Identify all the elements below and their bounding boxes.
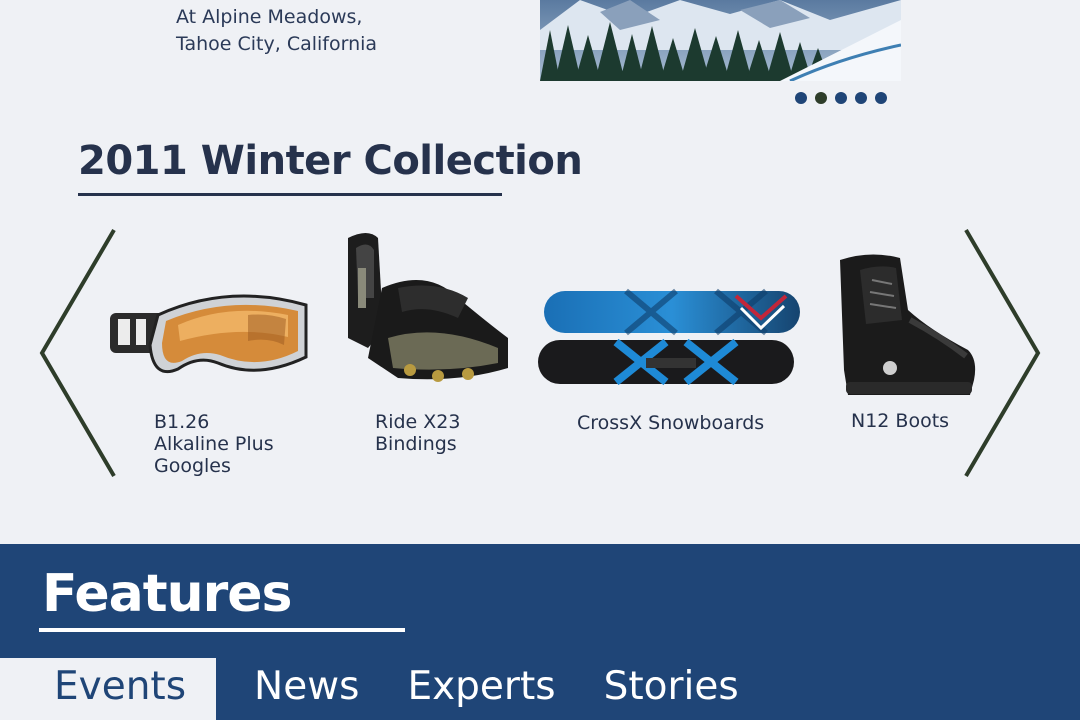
tab-stories[interactable]: Stories	[580, 658, 763, 720]
product-goggles-line-1: B1.26	[154, 411, 210, 433]
carousel-dot-1[interactable]	[795, 92, 807, 104]
product-bindings-line-2: Bindings	[375, 433, 457, 455]
features-title-underline	[39, 628, 405, 632]
product-goggles-line-2: Alkaline Plus	[154, 433, 274, 455]
product-name-boots: N12 Boots	[851, 410, 949, 432]
collection-title: 2011 Winter Collection	[78, 138, 583, 184]
product-snowboards-line-1: CrossX Snowboards	[577, 412, 765, 434]
product-boots-line-1: N12 Boots	[851, 410, 950, 432]
product-name-snowboards: CrossX Snowboards	[577, 412, 764, 434]
features-section: Features Events News Experts Stories	[0, 544, 1080, 720]
product-goggles[interactable]: B1.26 Alkaline Plus Googles	[108, 285, 318, 480]
goggles-image	[108, 285, 308, 389]
tab-events[interactable]: Events	[0, 658, 217, 720]
carousel-dot-4[interactable]	[855, 92, 867, 104]
features-title: Features	[42, 564, 293, 624]
features-tabs: Events News Experts Stories	[0, 658, 763, 720]
tab-news[interactable]: News	[230, 658, 383, 720]
product-name-bindings: Ride X23 Bindings	[375, 411, 460, 455]
product-name-goggles: B1.26 Alkaline Plus Googles	[154, 411, 274, 477]
collection-title-underline	[78, 193, 502, 196]
boots-image	[820, 250, 980, 404]
chevron-left-icon[interactable]	[36, 228, 116, 478]
location-line-1: At Alpine Meadows,	[176, 6, 363, 28]
carousel-dot-3[interactable]	[835, 92, 847, 104]
carousel-dot-2[interactable]	[815, 92, 827, 104]
location-text: At Alpine Meadows, Tahoe City, Californi…	[176, 4, 377, 58]
location-line-2: Tahoe City, California	[176, 33, 378, 55]
hero-image	[540, 0, 901, 81]
product-boots[interactable]: N12 Boots	[820, 250, 980, 440]
product-goggles-line-3: Googles	[154, 455, 231, 477]
carousel-dots	[795, 92, 887, 104]
snowboards-image	[536, 288, 802, 392]
product-bindings-line-1: Ride X23	[375, 411, 461, 433]
product-bindings[interactable]: Ride X23 Bindings	[338, 228, 528, 463]
product-snowboards[interactable]: CrossX Snowboards	[536, 288, 806, 438]
tab-experts[interactable]: Experts	[383, 658, 579, 720]
bindings-image	[338, 228, 518, 402]
carousel-dot-5[interactable]	[875, 92, 887, 104]
